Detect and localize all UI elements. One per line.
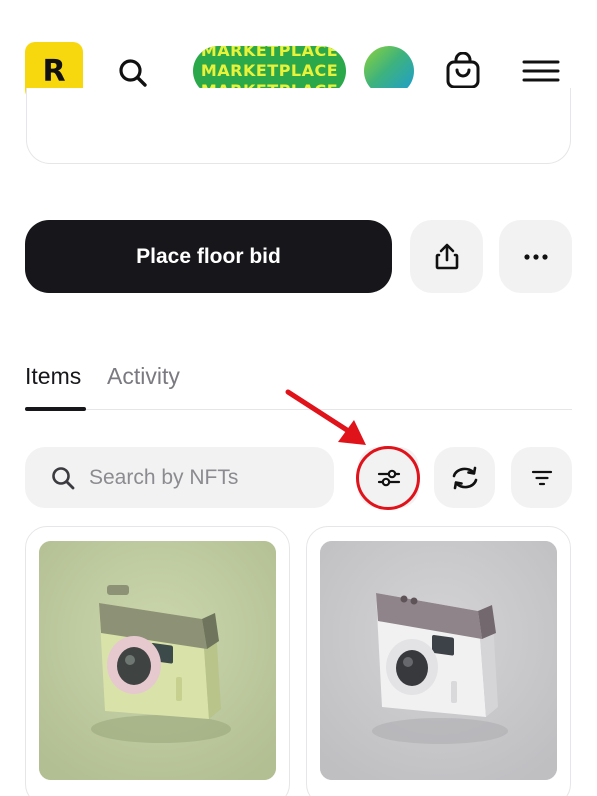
nft-card[interactable] xyxy=(306,526,571,796)
search-input[interactable] xyxy=(89,465,309,490)
nft-card[interactable] xyxy=(25,526,290,796)
sort-button[interactable] xyxy=(511,447,572,508)
search-icon xyxy=(52,466,75,489)
tab-items[interactable]: Items xyxy=(25,363,81,390)
tab-activity[interactable]: Activity xyxy=(107,363,180,390)
refresh-button[interactable] xyxy=(434,447,495,508)
nft-image xyxy=(39,541,276,780)
marketplace-label: MARKETPLACE xyxy=(200,46,339,60)
filters-button[interactable] xyxy=(358,447,419,508)
filter-sliders-icon xyxy=(377,469,400,486)
refresh-icon xyxy=(452,466,477,489)
marketplace-label: MARKETPLACE xyxy=(200,61,339,80)
sort-icon xyxy=(531,470,552,485)
active-tab-indicator xyxy=(25,407,86,411)
more-options-button[interactable] xyxy=(499,220,572,293)
collection-info-card xyxy=(26,88,571,164)
collection-tabs: Items Activity xyxy=(25,355,572,411)
nft-search-field[interactable] xyxy=(25,447,334,508)
share-icon xyxy=(435,243,458,269)
place-floor-bid-button[interactable]: Place floor bid xyxy=(25,220,392,293)
nft-image xyxy=(320,541,557,780)
share-button[interactable] xyxy=(410,220,483,293)
more-icon xyxy=(523,253,548,260)
